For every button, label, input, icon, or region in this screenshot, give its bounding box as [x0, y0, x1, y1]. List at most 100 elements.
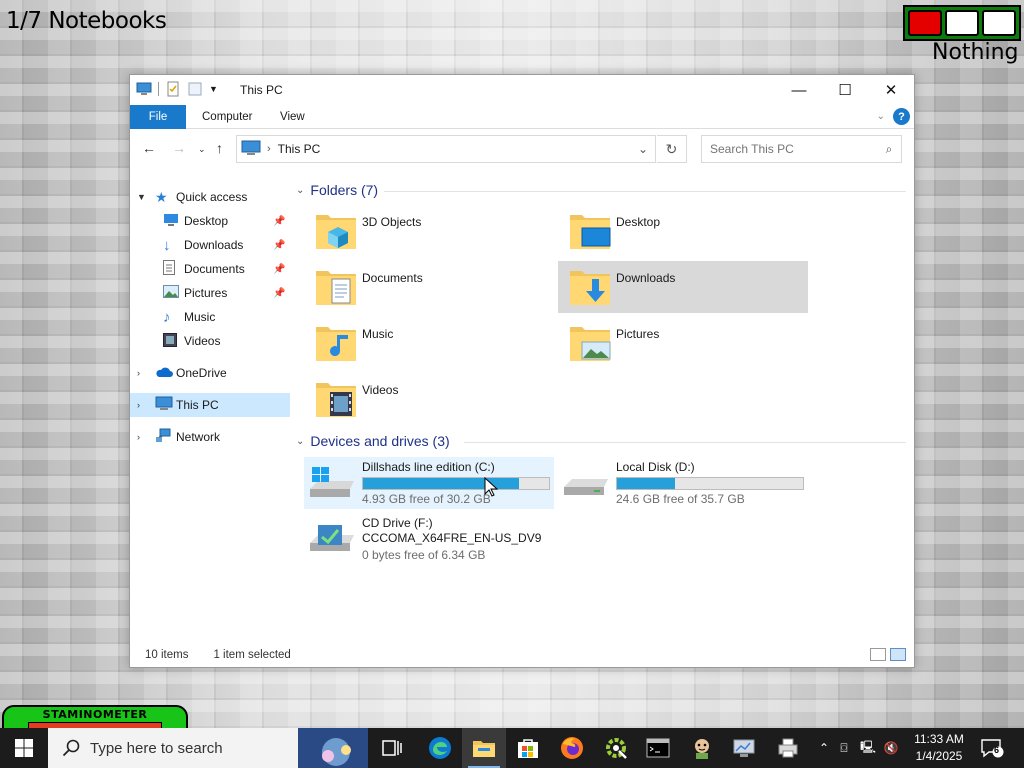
details-view-icon[interactable] [870, 648, 886, 661]
tiles-view-icon[interactable] [890, 648, 906, 661]
nav-item-documents[interactable]: Documents 📌 [130, 257, 290, 281]
folder-videos[interactable]: Videos [304, 373, 554, 425]
search-input[interactable] [702, 142, 877, 156]
minimize-button[interactable]: — [776, 75, 822, 105]
devices-group-header[interactable]: ⌄ Devices and drives (3) [296, 433, 450, 449]
quick-access-toolbar: ▼ [136, 81, 218, 97]
meet-now-icon[interactable]: ⌼ [832, 741, 856, 756]
drive-usage-bar [362, 477, 550, 490]
collapsed-chevron-icon[interactable]: › [137, 368, 140, 378]
search-icon: ⌕ [885, 141, 893, 156]
group-collapse-icon[interactable]: ⌄ [296, 185, 304, 196]
expand-ribbon-icon[interactable]: ⌄ [877, 111, 885, 122]
notification-center-button[interactable]: 6 [980, 738, 1004, 761]
drive-d[interactable]: Local Disk (D:) 24.6 GB free of 35.7 GB [558, 457, 808, 509]
pin-icon[interactable]: 📌 [273, 288, 285, 299]
file-explorer-button[interactable] [462, 728, 506, 768]
system-tray: ⌃ ⌼ 🖳 🔇 [816, 728, 902, 768]
title-bar[interactable]: ▼ This PC — ☐ ✕ [130, 75, 914, 105]
properties-icon[interactable] [165, 81, 181, 97]
nav-network[interactable]: › Network [130, 425, 290, 449]
task-view-button[interactable] [370, 728, 414, 768]
clock[interactable]: 11:33 AM 1/4/2025 [904, 731, 974, 765]
nav-label: Network [176, 430, 221, 444]
breadcrumb-this-pc[interactable]: This PC [278, 142, 321, 156]
stamina-label: STAMINOMETER [42, 708, 148, 721]
drive-free-space: 24.6 GB free of 35.7 GB [616, 492, 745, 506]
nav-label: Pictures [184, 286, 228, 300]
folder-3d-objects[interactable]: 3D Objects [304, 205, 554, 257]
firefox-button[interactable] [550, 728, 594, 768]
close-button[interactable]: ✕ [868, 75, 914, 105]
taskbar-search-box[interactable]: Type here to search [48, 728, 368, 768]
tab-file[interactable]: File [130, 105, 186, 129]
desktop-icon [570, 215, 611, 249]
back-arrow-icon[interactable]: ← [142, 140, 156, 156]
volume-muted-icon[interactable]: 🔇 [880, 741, 902, 755]
computer-icon[interactable] [136, 81, 152, 97]
show-hidden-icons-icon[interactable]: ⌃ [816, 741, 832, 755]
help-button[interactable]: ? [893, 108, 910, 125]
folder-pictures[interactable]: Pictures [558, 317, 808, 369]
collapsed-chevron-icon[interactable]: › [137, 400, 140, 410]
terminal-button[interactable] [636, 728, 680, 768]
address-dropdown-icon[interactable]: ⌄ [631, 142, 655, 156]
folder-documents[interactable]: Documents [304, 261, 554, 313]
start-button[interactable] [0, 728, 48, 768]
printer-button[interactable] [766, 728, 810, 768]
folder-music[interactable]: Music [304, 317, 554, 369]
recent-locations-icon[interactable]: ⌄ [198, 144, 206, 155]
refresh-button[interactable]: ↻ [657, 135, 687, 163]
settings-tool-button[interactable] [594, 728, 638, 768]
pin-icon[interactable]: 📌 [273, 264, 285, 275]
current-item-label: Nothing [932, 40, 1019, 65]
terminal-icon [646, 738, 670, 758]
network-map-button[interactable] [722, 728, 766, 768]
folder-desktop[interactable]: Desktop [558, 205, 808, 257]
nav-label: Desktop [184, 214, 229, 228]
edge-button[interactable] [418, 728, 462, 768]
nav-quick-access[interactable]: ▼ ★ Quick access [130, 185, 290, 209]
nav-item-music[interactable]: ♪ Music [130, 305, 290, 329]
drive-usage-bar [616, 477, 804, 490]
tab-view[interactable]: View [266, 105, 319, 129]
tab-computer[interactable]: Computer [188, 105, 267, 129]
navigation-pane: ▼ ★ Quick access Desktop 📌 ↓ Downloads 📌… [130, 185, 290, 449]
nav-onedrive[interactable]: › OneDrive [130, 361, 290, 385]
network-status-icon[interactable]: 🖳 [856, 738, 880, 759]
drive-f[interactable]: CD Drive (F:) CCCOMA_X64FRE_EN-US_DV9 0 … [304, 513, 554, 565]
customize-qat-icon[interactable]: ▼ [209, 84, 218, 94]
expanded-chevron-icon[interactable]: ▼ [137, 192, 146, 202]
nav-item-downloads[interactable]: ↓ Downloads 📌 [130, 233, 290, 257]
nav-item-pictures[interactable]: Pictures 📌 [130, 281, 290, 305]
drive-free-space: 0 bytes free of 6.34 GB [362, 548, 486, 562]
search-box[interactable]: ⌕ [701, 135, 902, 163]
document-icon [163, 260, 175, 278]
nav-item-videos[interactable]: Videos [130, 329, 290, 353]
nav-item-desktop[interactable]: Desktop 📌 [130, 209, 290, 233]
nav-label: Documents [184, 262, 245, 276]
folder-name: 3D Objects [362, 215, 422, 229]
download-icon: ↓ [163, 236, 171, 254]
new-folder-icon[interactable] [187, 81, 203, 97]
forward-arrow-icon[interactable]: → [172, 140, 186, 156]
group-collapse-icon[interactable]: ⌄ [296, 436, 304, 447]
address-bar[interactable]: › This PC ⌄ [236, 135, 656, 163]
status-bar: 10 items 1 item selected [130, 643, 914, 667]
folder-downloads[interactable]: Downloads [558, 261, 808, 313]
collapsed-chevron-icon[interactable]: › [137, 432, 140, 442]
store-button[interactable] [506, 728, 550, 768]
folder-name: Documents [362, 271, 423, 285]
nav-this-pc[interactable]: › This PC [130, 393, 290, 417]
pin-icon[interactable]: 📌 [273, 240, 285, 251]
maximize-button[interactable]: ☐ [822, 75, 868, 105]
folders-group-header[interactable]: ⌄ Folders (7) [296, 182, 378, 198]
downloads-icon [570, 271, 610, 305]
mouse-cursor-icon [484, 477, 498, 497]
up-arrow-icon[interactable]: ↑ [216, 140, 223, 156]
content-pane: ⌄ Folders (7) 3D Objects Desktop Documen… [290, 175, 914, 643]
game-button[interactable] [680, 728, 724, 768]
hard-disk-icon [564, 479, 608, 495]
pin-icon[interactable]: 📌 [273, 216, 285, 227]
drive-c[interactable]: Dillshads line edition (C:) 4.93 GB free… [304, 457, 554, 509]
